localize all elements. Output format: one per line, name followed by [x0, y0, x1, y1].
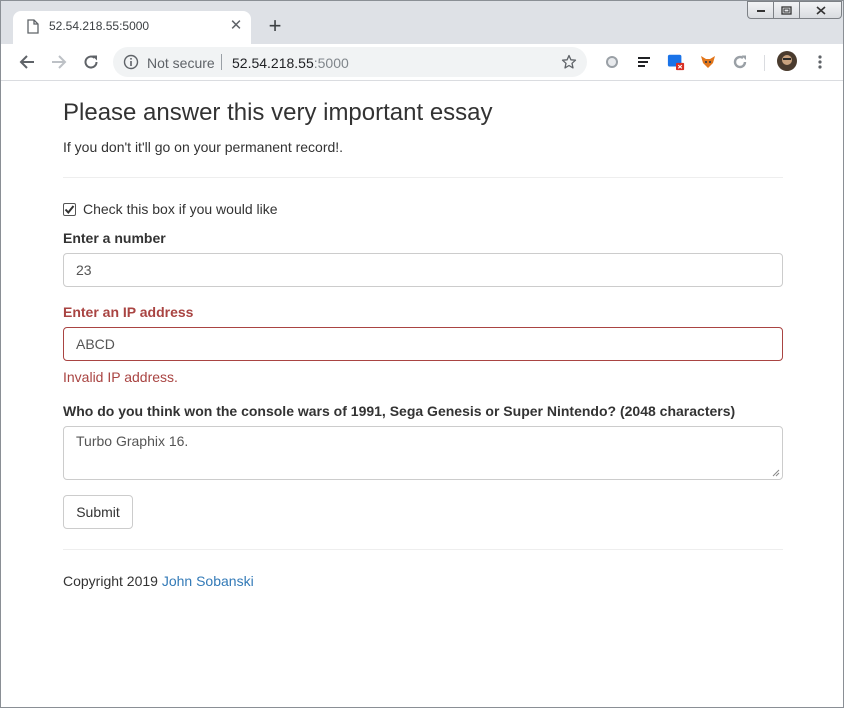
tab-title: 52.54.218.55:5000 — [49, 19, 150, 33]
browser-toolbar: Not secure 52.54.218.55:5000 — [1, 44, 843, 81]
url-text: 52.54.218.55:5000 — [232, 55, 349, 71]
close-tab-icon[interactable]: ✕ — [227, 16, 245, 36]
extension-button[interactable] — [667, 53, 685, 71]
page-icon — [27, 19, 39, 34]
resize-handle-icon[interactable] — [772, 469, 780, 477]
divider — [63, 549, 783, 550]
copyright-text: Copyright 2019 — [63, 573, 162, 589]
blue-extension-icon — [667, 54, 685, 71]
checkbox-row: Check this box if you would like — [63, 200, 278, 218]
refresh-extension-icon — [733, 55, 747, 69]
footer: Copyright 2019 John Sobanski — [63, 573, 254, 589]
arrow-left-icon — [19, 55, 34, 69]
tab-strip: 52.54.218.55:5000 ✕ + — [1, 1, 843, 44]
author-link[interactable]: John Sobanski — [162, 573, 254, 589]
ip-error-message: Invalid IP address. — [63, 369, 178, 385]
page-content: Please answer this very important essay … — [1, 82, 843, 707]
kebab-menu-icon — [818, 55, 822, 69]
address-bar[interactable]: Not secure 52.54.218.55:5000 — [113, 47, 587, 77]
omnibox-divider — [221, 54, 222, 70]
profile-button[interactable] — [777, 51, 797, 71]
extension-button[interactable] — [603, 53, 621, 71]
extension-button[interactable] — [699, 53, 717, 71]
page-subtitle: If you don't it'll go on your permanent … — [63, 139, 344, 155]
avatar-icon — [777, 51, 797, 71]
back-button[interactable] — [15, 50, 39, 74]
close-icon — [815, 5, 826, 15]
ip-label: Enter an IP address — [63, 304, 194, 320]
checkbox-label[interactable]: Check this box if you would like — [83, 201, 278, 217]
security-label: Not secure — [147, 55, 215, 71]
circle-extension-icon — [606, 56, 618, 68]
url-port: :5000 — [313, 55, 349, 71]
new-tab-button[interactable]: + — [263, 15, 287, 39]
menu-button[interactable] — [811, 53, 829, 71]
bookmark-star-icon[interactable] — [561, 54, 577, 70]
essay-text: Turbo Graphix 16. — [76, 433, 189, 449]
checkmark-icon — [64, 204, 75, 214]
number-label: Enter a number — [63, 230, 166, 246]
info-icon[interactable] — [123, 54, 139, 70]
extension-button[interactable] — [731, 53, 749, 71]
fox-extension-icon — [701, 56, 715, 68]
essay-textarea[interactable]: Turbo Graphix 16. — [63, 426, 783, 480]
ip-input[interactable]: ABCD — [63, 327, 783, 361]
url-host: 52.54.218.55 — [232, 55, 314, 71]
arrow-right-icon — [52, 55, 67, 69]
opt-in-checkbox[interactable] — [63, 202, 76, 216]
forward-button[interactable] — [47, 50, 71, 74]
toolbar-divider — [764, 55, 765, 71]
restore-button[interactable] — [773, 1, 800, 19]
browser-window: 52.54.218.55:5000 ✕ + Not secure 52.54.2 — [0, 0, 844, 708]
reload-icon — [84, 55, 98, 69]
divider — [63, 177, 783, 178]
browser-tab[interactable]: 52.54.218.55:5000 ✕ — [13, 11, 251, 44]
essay-label: Who do you think won the console wars of… — [63, 403, 736, 419]
extension-button[interactable] — [635, 53, 653, 71]
restore-icon — [781, 5, 792, 15]
close-window-button[interactable] — [799, 1, 842, 19]
number-input[interactable]: 23 — [63, 253, 783, 287]
reload-button[interactable] — [79, 50, 103, 74]
minimize-icon — [756, 10, 765, 12]
submit-button[interactable]: Submit — [63, 495, 133, 529]
lines-extension-icon — [638, 57, 650, 67]
page-title: Please answer this very important essay — [63, 99, 493, 126]
minimize-button[interactable] — [747, 1, 774, 19]
